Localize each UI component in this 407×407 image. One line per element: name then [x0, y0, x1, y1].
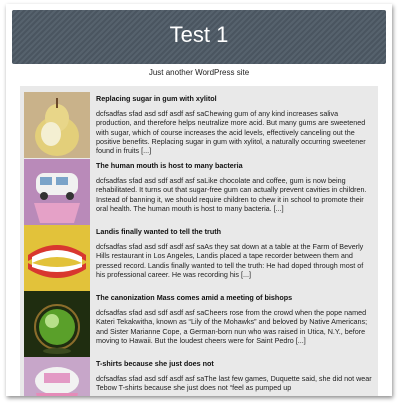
- cupcake-image[interactable]: [24, 357, 90, 396]
- green-orb-image[interactable]: [24, 291, 90, 357]
- post-excerpt: dcfsadfas sfad asd sdf asdf asf saThe la…: [96, 374, 372, 393]
- page-frame: Test 1 Just another WordPress site Repla…: [6, 4, 392, 396]
- cupcake-van-image[interactable]: [24, 159, 90, 225]
- wind-up-teeth-image[interactable]: [24, 225, 90, 291]
- site-header: Test 1: [12, 10, 386, 64]
- post-title[interactable]: Replacing sugar in gum with xylitol: [96, 94, 374, 103]
- post-title[interactable]: The canonization Mass comes amid a meeti…: [96, 293, 374, 302]
- pear-image[interactable]: [24, 92, 90, 158]
- post-excerpt: dcfsadfas sfad asd sdf asdf asf saLike c…: [96, 176, 367, 213]
- post-title[interactable]: T-shirts because she just does not: [96, 359, 374, 368]
- post-excerpt: dcfsadfas sfad asd sdf asdf asf saChewin…: [96, 109, 366, 156]
- post-excerpt: dcfsadfas sfad asd sdf asdf asf saCheers…: [96, 308, 368, 345]
- site-title[interactable]: Test 1: [12, 22, 386, 48]
- post-list: Replacing sugar in gum with xylitol dcfs…: [20, 86, 378, 396]
- post-title[interactable]: The human mouth is host to many bacteria: [96, 161, 374, 170]
- post-title[interactable]: Landis finally wanted to tell the truth: [96, 227, 374, 236]
- post-excerpt: dcfsadfas sfad asd sdf asdf asf saAs the…: [96, 242, 364, 279]
- site-tagline: Just another WordPress site: [148, 68, 250, 77]
